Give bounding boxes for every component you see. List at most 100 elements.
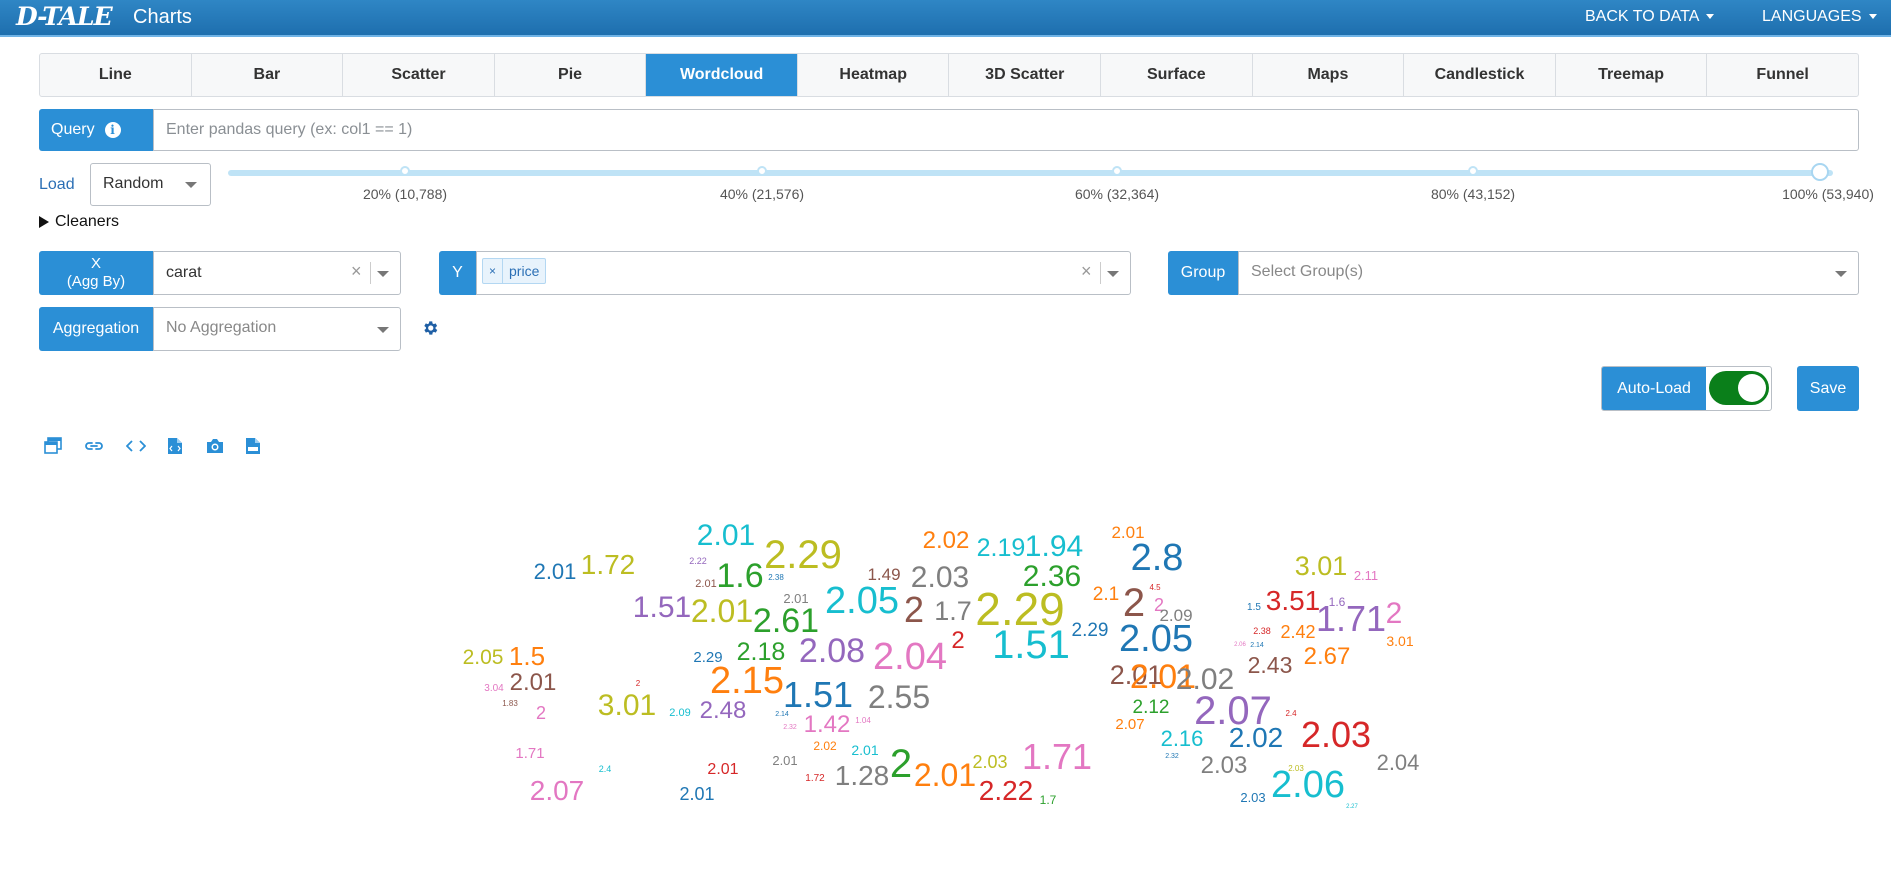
wordcloud-word: 2.29 bbox=[764, 533, 842, 577]
wordcloud-word: 1.51 bbox=[783, 674, 853, 715]
tab-surface[interactable]: Surface bbox=[1101, 54, 1253, 96]
wordcloud-word: 2.05 bbox=[825, 580, 899, 622]
x-axis-label-line1: X bbox=[90, 255, 101, 272]
tab-wordcloud[interactable]: Wordcloud bbox=[646, 54, 798, 96]
wordcloud-word: 2.01 bbox=[783, 591, 808, 606]
tab-treemap[interactable]: Treemap bbox=[1556, 54, 1708, 96]
export-html-icon[interactable] bbox=[167, 437, 183, 455]
query-input[interactable] bbox=[153, 109, 1859, 151]
wordcloud-word: 2.03 bbox=[1288, 764, 1304, 773]
wordcloud-word: 1.5 bbox=[509, 641, 545, 671]
languages-menu[interactable]: LANGUAGES bbox=[1762, 8, 1877, 26]
wordcloud-word: 1.7 bbox=[934, 596, 972, 626]
tab-candlestick[interactable]: Candlestick bbox=[1404, 54, 1556, 96]
wordcloud-word: 2.8 bbox=[1131, 537, 1184, 579]
remove-tag-icon[interactable]: × bbox=[483, 259, 504, 283]
wordcloud-word: 1.6 bbox=[1329, 595, 1346, 609]
app-title: Charts bbox=[133, 6, 192, 28]
load-type-select[interactable]: Random bbox=[90, 163, 211, 206]
chevron-down-icon[interactable] bbox=[377, 327, 389, 333]
chart-type-tabs: Line Bar Scatter Pie Wordcloud Heatmap 3… bbox=[39, 53, 1859, 97]
wordcloud-word: 2.01 bbox=[1111, 523, 1144, 542]
tab-line[interactable]: Line bbox=[40, 54, 192, 96]
wordcloud-word: 2.15 bbox=[710, 660, 784, 702]
wordcloud-word: 2.04 bbox=[873, 636, 947, 678]
dtale-logo[interactable]: D-TALE bbox=[16, 2, 113, 31]
wordcloud-word: 1.49 bbox=[867, 565, 900, 584]
wordcloud-word: 1.51 bbox=[633, 591, 691, 624]
wordcloud-word: 2.14 bbox=[1250, 642, 1264, 649]
tab-3d-scatter[interactable]: 3D Scatter bbox=[949, 54, 1102, 96]
wordcloud-word: 2.07 bbox=[1115, 716, 1144, 733]
link-icon[interactable] bbox=[84, 437, 104, 455]
wordcloud-word: 2.01 bbox=[914, 757, 976, 793]
wordcloud-word: 2 bbox=[1386, 597, 1403, 630]
load-label: Load bbox=[39, 176, 75, 193]
x-axis-select[interactable]: carat × bbox=[153, 251, 401, 295]
wordcloud-word: 2.01 bbox=[679, 784, 714, 804]
wordcloud-word: 1.28 bbox=[835, 760, 890, 791]
y-tag-price: × price bbox=[482, 258, 547, 284]
camera-icon[interactable] bbox=[205, 437, 225, 455]
chevron-down-icon[interactable] bbox=[1835, 271, 1847, 277]
wordcloud-word: 2.38 bbox=[768, 573, 784, 582]
back-to-data-menu[interactable]: BACK TO DATA bbox=[1585, 8, 1715, 26]
tab-scatter[interactable]: Scatter bbox=[343, 54, 495, 96]
wordcloud-word: 3.04 bbox=[484, 683, 504, 694]
popup-icon[interactable] bbox=[44, 437, 62, 455]
group-select[interactable]: Select Group(s) bbox=[1238, 251, 1859, 295]
tab-funnel[interactable]: Funnel bbox=[1707, 54, 1858, 96]
wordcloud-word: 1.7 bbox=[1040, 793, 1057, 807]
chevron-down-icon[interactable] bbox=[377, 271, 389, 277]
wordcloud-word: 3.51 bbox=[1266, 585, 1321, 616]
wordcloud-word: 2.29 bbox=[975, 583, 1065, 635]
aggregation-placeholder: No Aggregation bbox=[166, 319, 277, 336]
cleaners-toggle[interactable]: Cleaners bbox=[39, 213, 119, 231]
wordcloud-word: 2.32 bbox=[1165, 753, 1179, 760]
wordcloud-word: 2.05 bbox=[463, 646, 504, 669]
wordcloud-word: 2 bbox=[636, 679, 641, 688]
tab-maps[interactable]: Maps bbox=[1253, 54, 1405, 96]
y-axis-select[interactable]: × price × bbox=[476, 251, 1131, 295]
wordcloud-word: 2.1 bbox=[1093, 584, 1119, 605]
slider-mark-label: 40% (21,576) bbox=[719, 186, 805, 202]
wordcloud-word: 1.42 bbox=[804, 711, 851, 738]
autoload-toggle[interactable] bbox=[1709, 371, 1769, 405]
wordcloud-word: 2.27 bbox=[1346, 804, 1358, 810]
tab-bar[interactable]: Bar bbox=[192, 54, 344, 96]
gear-icon[interactable] bbox=[421, 319, 439, 337]
export-csv-icon[interactable] bbox=[245, 437, 261, 455]
y-tag-label: price bbox=[509, 263, 540, 279]
wordcloud-word: 2.4 bbox=[599, 764, 612, 774]
wordcloud-word: 2.14 bbox=[775, 711, 789, 718]
wordcloud-word: 2.29 bbox=[693, 649, 722, 666]
info-icon[interactable]: i bbox=[104, 122, 121, 138]
wordcloud-word: 2.67 bbox=[1304, 643, 1351, 670]
x-axis-label-line2: (Agg By) bbox=[66, 273, 126, 290]
wordcloud-word: 1.5 bbox=[1247, 602, 1261, 613]
wordcloud-word: 2.55 bbox=[868, 679, 930, 715]
slider-mark-dot bbox=[757, 166, 767, 176]
wordcloud-word: 2.32 bbox=[783, 724, 797, 731]
tab-heatmap[interactable]: Heatmap bbox=[798, 54, 950, 96]
x-axis-label: X (Agg By) bbox=[39, 251, 153, 295]
load-slider-handle[interactable] bbox=[1811, 163, 1829, 181]
load-slider-track[interactable] bbox=[228, 170, 1833, 176]
wordcloud-word: 2.09 bbox=[669, 707, 690, 719]
save-button[interactable]: Save bbox=[1797, 366, 1859, 411]
wordcloud-word: 2 bbox=[536, 703, 546, 723]
wordcloud-word: 2.07 bbox=[530, 775, 585, 806]
clear-icon[interactable]: × bbox=[351, 261, 362, 282]
tab-pie[interactable]: Pie bbox=[495, 54, 647, 96]
wordcloud-word: 2.12 bbox=[1133, 697, 1170, 718]
code-icon[interactable] bbox=[126, 437, 146, 455]
autoload-label: Auto-Load bbox=[1602, 367, 1706, 410]
chevron-down-icon[interactable] bbox=[1107, 271, 1119, 277]
wordcloud-word: 2.01 bbox=[695, 578, 716, 590]
wordcloud-word: 2.42 bbox=[1280, 622, 1315, 642]
aggregation-label: Aggregation bbox=[39, 307, 153, 351]
clear-icon[interactable]: × bbox=[1081, 261, 1092, 282]
select-separator bbox=[370, 262, 371, 284]
aggregation-select[interactable]: No Aggregation bbox=[153, 307, 401, 351]
wordcloud-word: 1.72 bbox=[805, 773, 825, 784]
